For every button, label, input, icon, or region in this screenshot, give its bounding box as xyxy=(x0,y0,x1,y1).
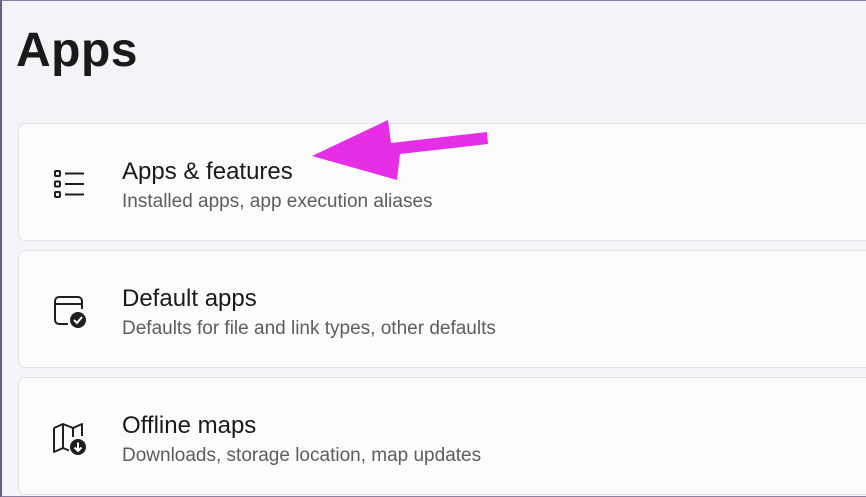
page-title: Apps xyxy=(16,24,138,77)
default-apps-title: Default apps xyxy=(122,285,257,312)
settings-item-default-apps[interactable]: Default apps Defaults for file and link … xyxy=(18,250,866,368)
apps-features-title: Apps & features xyxy=(122,158,293,185)
apps-features-subtitle: Installed apps, app execution aliases xyxy=(122,191,433,212)
annotation-arrow-icon xyxy=(312,120,488,180)
offline-maps-title: Offline maps xyxy=(122,412,257,439)
offline-maps-subtitle: Downloads, storage location, map updates xyxy=(122,445,482,466)
settings-item-offline-maps[interactable]: Offline maps Downloads, storage location… xyxy=(18,377,866,495)
offline-map-download-icon xyxy=(51,420,87,456)
apps-list-icon xyxy=(51,166,87,202)
default-apps-check-icon xyxy=(51,293,87,329)
default-apps-subtitle: Defaults for file and link types, other … xyxy=(122,318,496,339)
